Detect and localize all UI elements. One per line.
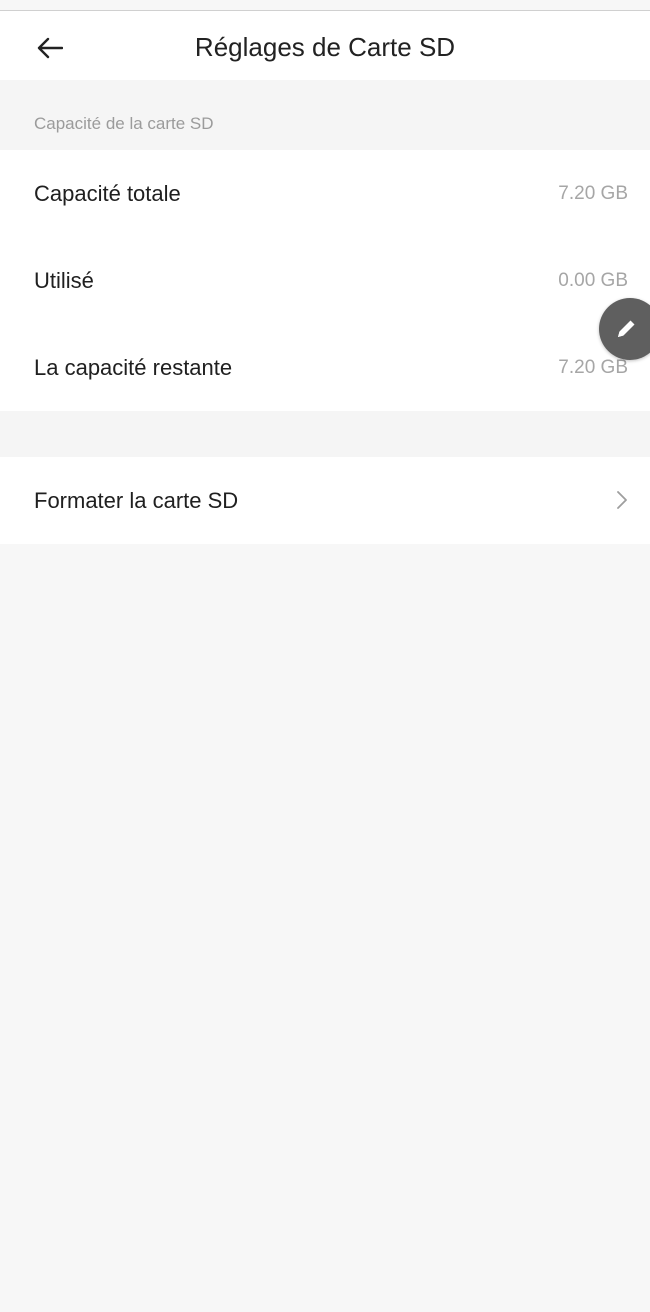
used-capacity-row: Utilisé 0.00 GB	[0, 237, 650, 324]
total-capacity-label: Capacité totale	[34, 181, 181, 206]
total-capacity-value: 7.20 GB	[558, 183, 628, 204]
pencil-icon	[618, 320, 635, 337]
page-title: Réglages de Carte SD	[194, 32, 456, 62]
chevron-right-icon	[617, 491, 627, 509]
back-button[interactable]	[30, 30, 70, 66]
format-sd-card-label: Formater la carte SD	[34, 488, 239, 513]
capacity-card: Capacité totale 7.20 GB Utilisé 0.00 GB …	[0, 150, 650, 411]
format-sd-card-row[interactable]: Formater la carte SD	[0, 457, 650, 544]
remaining-capacity-row: La capacité restante 7.20 GB	[0, 324, 650, 411]
arrow-left-icon	[37, 37, 63, 59]
total-capacity-row: Capacité totale 7.20 GB	[0, 150, 650, 237]
section-header: Capacité de la carte SD	[0, 80, 650, 150]
section-gap	[0, 411, 650, 457]
used-capacity-label: Utilisé	[34, 268, 94, 293]
remaining-capacity-label: La capacité restante	[34, 355, 233, 380]
app-header: Réglages de Carte SD	[0, 11, 650, 80]
